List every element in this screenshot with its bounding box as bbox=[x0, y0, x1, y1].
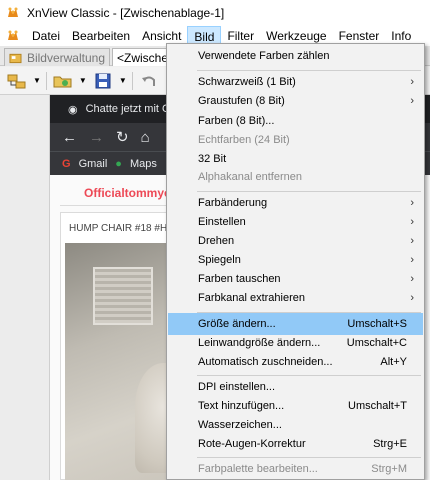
google-icon: G bbox=[62, 157, 71, 170]
home-icon: ⌂ bbox=[140, 128, 150, 146]
menu-item-farbpalette: Farbpalette bearbeiten... Strg+M bbox=[168, 458, 423, 480]
submenu-arrow-icon: › bbox=[410, 254, 414, 266]
undo-button[interactable] bbox=[138, 71, 160, 91]
maps-pin-icon: ● bbox=[115, 157, 122, 170]
menu-item-label: Text hinzufügen... bbox=[198, 400, 285, 412]
menu-item-shortcut: Umschalt+C bbox=[346, 337, 407, 349]
menu-item-farbkanal-extrahieren[interactable]: Farbkanal extrahieren › bbox=[168, 287, 423, 309]
menu-item-label: Einstellen bbox=[198, 216, 246, 228]
menu-item-shortcut: Strg+M bbox=[371, 463, 407, 475]
menu-item-label: Farbkanal extrahieren bbox=[198, 292, 306, 304]
post-username: Officialtommyc bbox=[84, 186, 171, 200]
back-arrow-icon: ← bbox=[62, 128, 77, 146]
menu-item-label: Farben tauschen bbox=[198, 273, 281, 285]
folder-tree-icon bbox=[7, 74, 26, 88]
save-button[interactable] bbox=[92, 71, 114, 91]
vent-shape bbox=[93, 267, 153, 325]
open-folder-icon bbox=[53, 76, 72, 87]
menu-item-rote-augen[interactable]: Rote-Augen-Korrektur Strg+E bbox=[168, 433, 423, 455]
menu-item-label: Echtfarben (24 Bit) bbox=[198, 134, 290, 146]
title-bar: XnView Classic - [Zwischenablage-1] bbox=[0, 0, 430, 26]
bookmark-maps: Maps bbox=[129, 157, 157, 170]
menu-item-label: Farben (8 Bit)... bbox=[198, 115, 275, 127]
menu-bearbeiten[interactable]: Bearbeiten bbox=[66, 26, 136, 46]
tab-bildverwaltung[interactable]: Bildverwaltung bbox=[4, 48, 110, 66]
menu-item-label: Alphakanal entfernen bbox=[198, 171, 302, 183]
submenu-arrow-icon: › bbox=[410, 292, 414, 304]
undo-icon bbox=[141, 76, 155, 86]
xnview-app-icon bbox=[8, 7, 18, 17]
submenu-arrow-icon: › bbox=[410, 95, 414, 107]
open-folder-button[interactable] bbox=[52, 71, 74, 91]
submenu-arrow-icon: › bbox=[410, 76, 414, 88]
submenu-arrow-icon: › bbox=[410, 197, 414, 209]
instagram-icon: ◉ bbox=[68, 103, 78, 116]
submenu-arrow-icon: › bbox=[410, 216, 414, 228]
window-title: XnView Classic - [Zwischenablage-1] bbox=[27, 6, 225, 20]
tab-zwischenablage[interactable]: <Zwischen bbox=[112, 48, 175, 66]
menu-item-label: Schwarzweiß (1 Bit) bbox=[198, 76, 296, 88]
reload-icon: ↻ bbox=[116, 129, 129, 146]
chevron-down-icon[interactable]: ▼ bbox=[79, 76, 87, 85]
menu-item-label: Automatisch zuschneiden... bbox=[198, 356, 333, 368]
menu-item-shortcut: Strg+E bbox=[373, 438, 407, 450]
toolbar-separator bbox=[45, 71, 47, 90]
menu-item-label: Größe ändern... bbox=[198, 318, 276, 330]
browser-tree-button[interactable] bbox=[6, 71, 28, 91]
post-caption: HUMP CHAIR #18 #HO bbox=[69, 223, 175, 234]
submenu-arrow-icon: › bbox=[410, 235, 414, 247]
toolbar-separator bbox=[131, 71, 133, 90]
menu-item-label: Wasserzeichen... bbox=[198, 419, 282, 431]
menu-item-label: Farbänderung bbox=[198, 197, 268, 209]
menu-item-farben-zaehlen[interactable]: Verwendete Farben zählen bbox=[168, 45, 423, 67]
tab-label: Bildverwaltung bbox=[26, 50, 105, 65]
system-menu-icon[interactable] bbox=[6, 30, 20, 42]
menu-item-shortcut: Umschalt+T bbox=[348, 400, 407, 412]
menu-item-label: Verwendete Farben zählen bbox=[198, 50, 330, 62]
left-panel bbox=[0, 95, 50, 480]
menu-item-label: DPI einstellen... bbox=[198, 381, 276, 393]
menu-item-auto-zuschneiden[interactable]: Automatisch zuschneiden... Alt+Y bbox=[168, 351, 423, 373]
save-icon bbox=[95, 73, 111, 88]
menu-datei[interactable]: Datei bbox=[26, 26, 66, 46]
browser-tab-icon bbox=[9, 53, 22, 63]
menu-item-label: Leinwandgröße ändern... bbox=[198, 337, 321, 349]
forward-arrow-icon: → bbox=[89, 128, 104, 146]
menu-item-alphakanal: Alphakanal entfernen bbox=[168, 166, 423, 188]
menu-item-graustufen[interactable]: Graustufen (8 Bit) › bbox=[168, 90, 423, 112]
menu-item-label: Graustufen (8 Bit) bbox=[198, 95, 285, 107]
bookmark-gmail: Gmail bbox=[78, 157, 108, 170]
menu-item-label: 32 Bit bbox=[198, 153, 227, 165]
chevron-down-icon[interactable]: ▼ bbox=[119, 76, 127, 85]
menu-item-shortcut: Alt+Y bbox=[380, 356, 407, 368]
menu-item-label: Spiegeln bbox=[198, 254, 241, 266]
chevron-down-icon[interactable]: ▼ bbox=[33, 76, 41, 85]
bild-dropdown-menu: Verwendete Farben zählen Schwarzweiß (1 … bbox=[166, 43, 425, 480]
menu-item-shortcut: Umschalt+S bbox=[347, 318, 407, 330]
submenu-arrow-icon: › bbox=[410, 273, 414, 285]
menu-item-label: Rote-Augen-Korrektur bbox=[198, 438, 306, 450]
menu-item-label: Drehen bbox=[198, 235, 235, 247]
menu-item-label: Farbpalette bearbeiten... bbox=[198, 463, 318, 475]
